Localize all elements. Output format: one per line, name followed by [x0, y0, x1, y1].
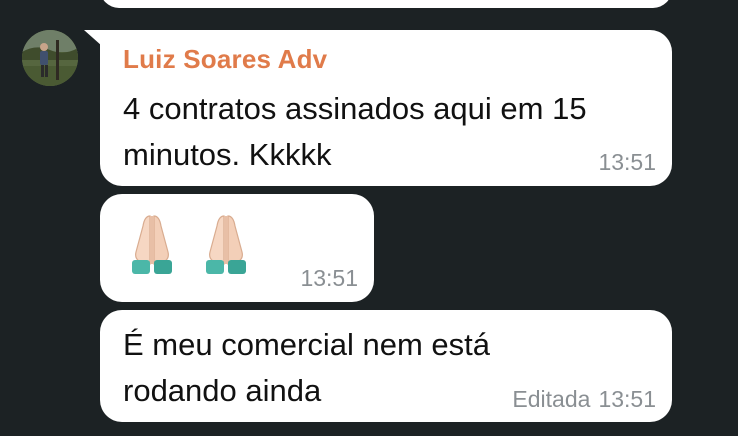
folded-hands-icon: [206, 215, 246, 274]
message-time: 13:51: [598, 149, 656, 175]
edited-label: Editada: [512, 386, 591, 412]
folded-hands-icon: [132, 215, 172, 274]
message-bubble[interactable]: Luiz Soares Adv 4 contratos assinados aq…: [100, 30, 672, 186]
message-text: 4 contratos assinados aqui em 15 minutos…: [123, 91, 587, 172]
previous-message-bubble[interactable]: [100, 0, 672, 8]
emoji-row: [128, 212, 250, 280]
message-bubble[interactable]: É meu comercial nem está rodando ainda E…: [100, 310, 672, 422]
avatar[interactable]: [22, 30, 78, 86]
avatar-photo: [22, 30, 78, 86]
chat-view: Luiz Soares Adv 4 contratos assinados aq…: [0, 0, 738, 436]
message-text: É meu comercial nem está rodando ainda: [123, 327, 490, 408]
emoji-message-bubble[interactable]: 13:51: [100, 194, 374, 302]
message-time: 13:51: [300, 265, 358, 291]
message-meta: Editada 13:51: [512, 386, 656, 413]
sender-name[interactable]: Luiz Soares Adv: [123, 44, 327, 75]
message-time: 13:51: [598, 386, 656, 412]
